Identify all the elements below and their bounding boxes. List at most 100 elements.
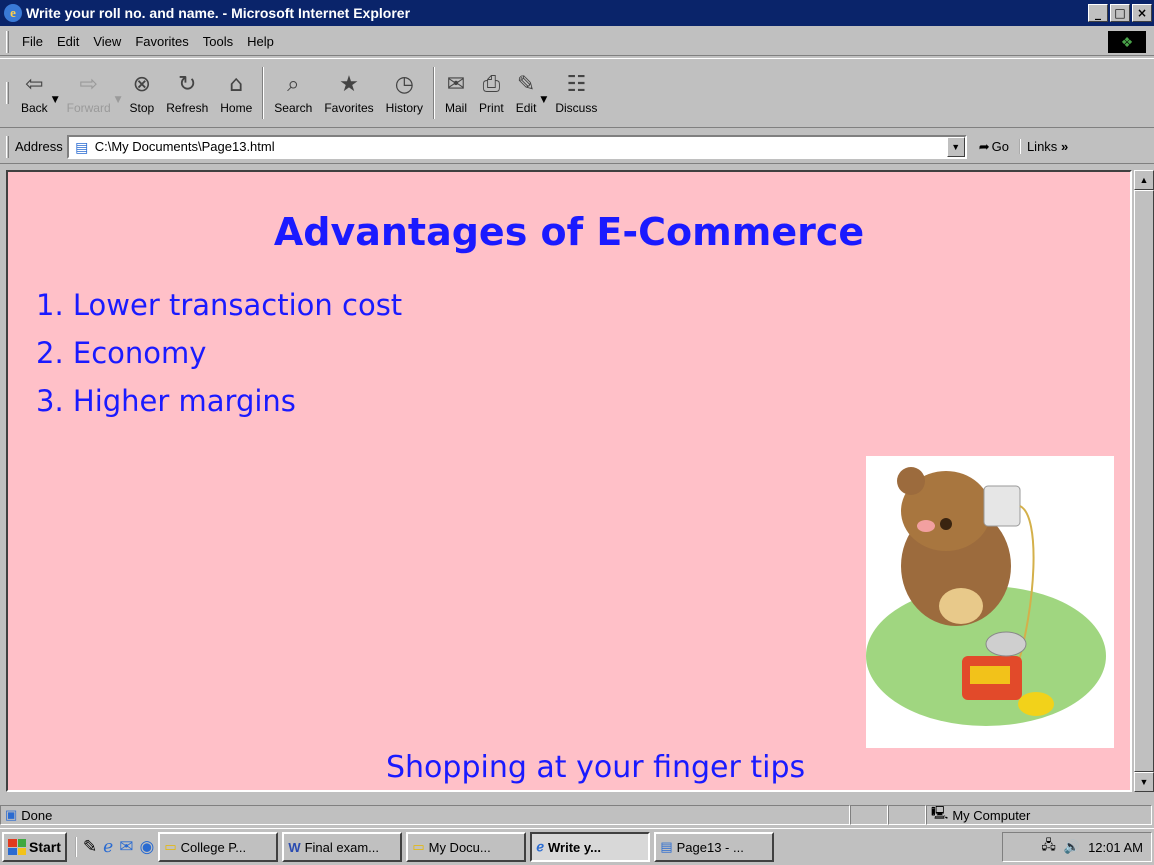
maximize-button[interactable]: □ <box>1110 4 1130 22</box>
stop-label: Stop <box>129 101 155 115</box>
ie-icon: ℯ <box>536 839 545 854</box>
edit-label: Edit <box>515 101 537 115</box>
edit-dropdown-icon[interactable]: ▼ <box>540 95 547 105</box>
back-button[interactable]: ⇦ Back <box>15 62 54 124</box>
ie-launch-icon[interactable]: ℯ <box>103 837 113 857</box>
windows-logo-icon: ❖ <box>1108 31 1146 53</box>
home-button[interactable]: ⌂ Home <box>214 62 258 124</box>
search-label: Search <box>274 101 313 115</box>
menu-help[interactable]: Help <box>240 34 281 49</box>
menu-grip <box>6 30 9 53</box>
menu-tools[interactable]: Tools <box>196 34 240 49</box>
start-label: Start <box>29 839 61 855</box>
mail-button[interactable]: ✉ Mail <box>439 62 473 124</box>
media-player-icon[interactable]: ◉ <box>139 837 154 857</box>
discuss-button[interactable]: ☷ Discuss <box>549 62 603 124</box>
search-button[interactable]: ⌕ Search <box>268 62 318 124</box>
discuss-icon: ☷ <box>566 72 587 97</box>
task-my-documents[interactable]: ▭ My Docu... <box>406 832 527 862</box>
ie-logo-icon: e <box>4 4 22 22</box>
folder-icon: ▭ <box>412 839 425 854</box>
zone-label: My Computer <box>952 807 1031 823</box>
tagline: Shopping at your finger tips <box>386 750 806 785</box>
print-button[interactable]: ⎙ Print <box>473 62 510 124</box>
task-label: Final exam... <box>304 839 380 855</box>
page-title: Advantages of E-Commerce <box>273 210 865 254</box>
forward-arrow-icon: ⇨ <box>79 72 98 97</box>
home-label: Home <box>220 101 253 115</box>
clock[interactable]: 12:01 AM <box>1088 840 1143 855</box>
menu-favorites[interactable]: Favorites <box>128 34 195 49</box>
stop-icon: ⊗ <box>132 72 152 97</box>
stop-button[interactable]: ⊗ Stop <box>124 62 161 124</box>
status-text: Done <box>21 807 53 823</box>
refresh-button[interactable]: ↻ Refresh <box>160 62 214 124</box>
window-titlebar: e Write your roll no. and name. - Micros… <box>0 0 1154 26</box>
task-college[interactable]: ▭ College P... <box>158 832 279 862</box>
task-write[interactable]: ℯ Write y... <box>530 832 651 862</box>
address-label: Address <box>15 139 63 154</box>
search-icon: ⌕ <box>287 72 300 97</box>
status-bar: ▣ Done 🖳 My Computer <box>0 804 1154 826</box>
menu-edit[interactable]: Edit <box>50 34 86 49</box>
security-zone: 🖳 My Computer <box>926 805 1152 825</box>
quick-launch: ✎ ℯ ✉ ◉ <box>74 837 154 857</box>
go-button[interactable]: ➦ Go <box>979 139 1009 155</box>
menu-view[interactable]: View <box>86 34 128 49</box>
scroll-down-icon[interactable]: ▼ <box>1134 772 1154 792</box>
favorites-button[interactable]: ★ Favorites <box>318 62 379 124</box>
history-clock-icon: ◷ <box>394 72 414 97</box>
edit-icon: ✎ <box>516 72 536 97</box>
outlook-icon[interactable]: ✉ <box>119 837 133 857</box>
task-label: Page13 - ... <box>676 839 744 855</box>
network-icon[interactable]: 🖧 <box>1041 836 1056 858</box>
discuss-label: Discuss <box>555 101 598 115</box>
status-text-cell: ▣ Done <box>0 805 850 825</box>
forward-button[interactable]: ⇨ Forward <box>61 62 117 124</box>
toolbar-separator <box>433 67 436 119</box>
toolbar-grip <box>6 82 9 104</box>
status-blank-cell <box>888 805 926 825</box>
minimize-button[interactable]: _ <box>1088 4 1108 22</box>
links-button[interactable]: Links » <box>1018 139 1068 154</box>
status-blank-cell <box>850 805 888 825</box>
scroll-thumb[interactable] <box>1134 190 1154 772</box>
back-arrow-icon: ⇦ <box>25 72 44 97</box>
windows-flag-icon <box>8 839 26 855</box>
advantages-list: 1. Lower transaction cost 2. Economy 3. … <box>36 288 402 432</box>
address-field[interactable]: ▤ ▼ <box>66 134 967 159</box>
word-icon: W <box>288 839 301 855</box>
page-done-icon: ▣ <box>5 807 18 822</box>
page-content: Advantages of E-Commerce 1. Lower transa… <box>6 170 1132 792</box>
start-button[interactable]: Start <box>2 832 67 862</box>
address-bar: Address ▤ ▼ ➦ Go Links » <box>0 130 1154 164</box>
volume-icon[interactable]: 🔊 <box>1064 839 1080 855</box>
refresh-label: Refresh <box>166 101 209 115</box>
back-dropdown-icon[interactable]: ▼ <box>52 95 59 105</box>
task-label: College P... <box>180 839 247 855</box>
list-item: 2. Economy <box>36 336 207 370</box>
window-title: Write your roll no. and name. - Microsof… <box>26 5 411 21</box>
refresh-icon: ↻ <box>178 72 197 97</box>
address-input[interactable] <box>94 139 965 154</box>
history-label: History <box>385 101 424 115</box>
address-dropdown-icon[interactable]: ▼ <box>946 136 965 157</box>
back-label: Back <box>21 101 48 115</box>
show-desktop-icon[interactable]: ✎ <box>83 837 97 857</box>
edit-button[interactable]: ✎ Edit <box>510 62 543 124</box>
vertical-scrollbar[interactable]: ▲ ▼ <box>1134 170 1154 792</box>
my-computer-icon: 🖳 <box>931 805 949 820</box>
page-icon: ▤ <box>75 138 89 155</box>
task-page13[interactable]: ▤ Page13 - ... <box>654 832 775 862</box>
scroll-up-icon[interactable]: ▲ <box>1134 170 1154 190</box>
close-button[interactable]: × <box>1132 4 1152 22</box>
printer-icon: ⎙ <box>482 72 501 97</box>
menu-file[interactable]: File <box>15 34 50 49</box>
task-final-exam[interactable]: W Final exam... <box>282 832 403 862</box>
teddy-bear-image <box>866 456 1114 748</box>
forward-dropdown-icon[interactable]: ▼ <box>115 95 122 105</box>
list-item: 3. Higher margins <box>36 384 296 418</box>
task-label: My Docu... <box>428 839 491 855</box>
history-button[interactable]: ◷ History <box>380 62 429 124</box>
mail-label: Mail <box>445 101 468 115</box>
